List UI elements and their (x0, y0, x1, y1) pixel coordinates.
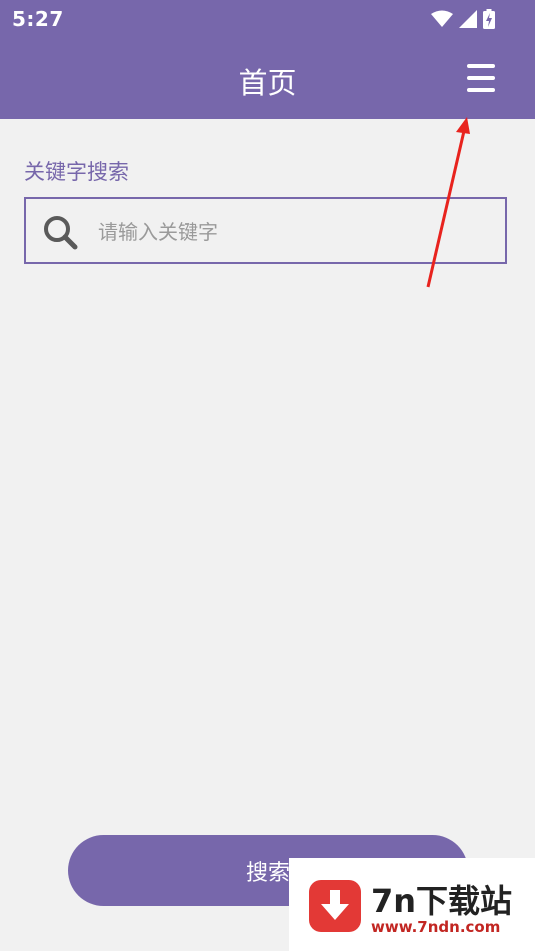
search-button-label: 搜索 (245, 860, 290, 886)
menu-bar-bottom (467, 88, 495, 92)
menu-bar-top (467, 64, 495, 68)
download-logo-icon (309, 880, 361, 932)
status-icons (431, 9, 495, 29)
page-title: 首页 (238, 66, 297, 100)
app-header: 5:27 首页 (0, 0, 535, 119)
watermark: 7n下载站 www.7ndn.com (289, 858, 535, 951)
hamburger-menu-button[interactable] (467, 64, 495, 92)
search-field[interactable] (24, 197, 507, 264)
signal-icon (459, 10, 477, 28)
search-label: 关键字搜索 (24, 160, 129, 184)
watermark-title: 7n下载站 (371, 882, 513, 920)
search-icon (44, 216, 78, 250)
battery-icon (483, 9, 495, 29)
search-input[interactable] (96, 215, 490, 249)
wifi-icon (431, 10, 453, 27)
watermark-url: www.7ndn.com (371, 918, 501, 936)
menu-bar-middle (467, 76, 495, 80)
red-arrow-annotation (426, 117, 470, 288)
status-time: 5:27 (12, 7, 64, 31)
